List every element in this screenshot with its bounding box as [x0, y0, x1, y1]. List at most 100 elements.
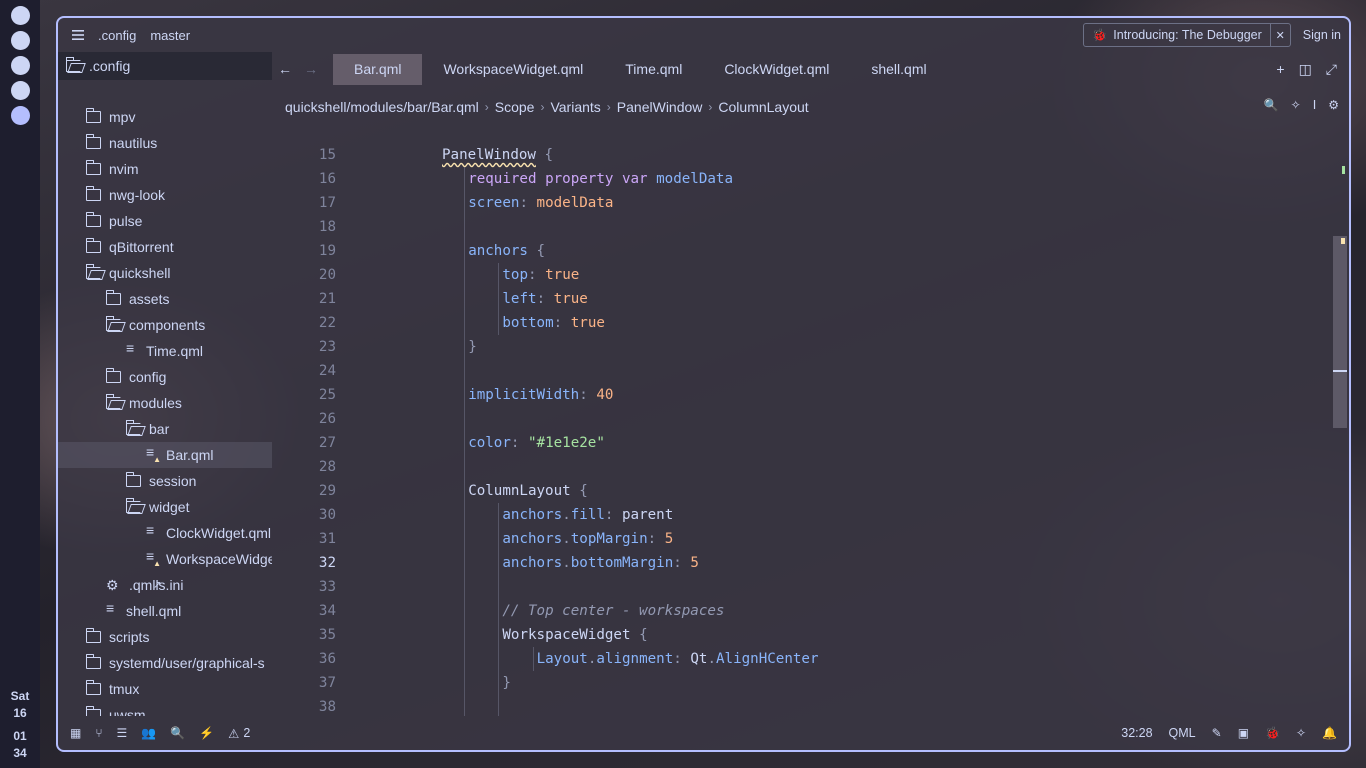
folder-icon — [85, 160, 101, 175]
line-number: 27 — [318, 435, 336, 451]
project-panel-icon[interactable]: ▦ — [70, 726, 81, 740]
workspace-dot-4[interactable] — [10, 81, 30, 100]
tree-item[interactable]: nautilus — [85, 130, 157, 156]
tree-item[interactable]: ▲ WorkspaceWidge — [146, 546, 272, 572]
split-pane-icon[interactable]: ◫ — [1299, 61, 1312, 78]
scrollbar-thumb[interactable] — [1333, 236, 1347, 428]
tree-item[interactable]: pulse — [85, 208, 143, 234]
line-number: 32 — [318, 555, 336, 571]
workspace-dot-1[interactable] — [10, 6, 30, 25]
tree-item[interactable]: modules — [105, 390, 182, 416]
workspace-dot-2[interactable] — [10, 31, 30, 50]
file-icon: ▲ — [146, 548, 161, 568]
search-icon[interactable]: 🔍 — [170, 726, 185, 740]
git-branch[interactable]: master — [150, 28, 190, 43]
text-cursor-icon[interactable]: I — [1313, 98, 1317, 112]
tree-item[interactable]: uwsm — [85, 702, 146, 716]
edit-predictions-icon[interactable]: ✎ — [1212, 726, 1222, 740]
tree-item[interactable]: components — [105, 312, 205, 338]
tree-item[interactable]: ⚙ .qmlls.ini ↗ — [106, 572, 183, 598]
settings-sliders-icon[interactable]: ⚙ — [1328, 98, 1339, 112]
breadcrumb-columnlayout[interactable]: ColumnLayout — [718, 99, 808, 115]
tree-item[interactable]: scripts — [85, 624, 149, 650]
close-icon[interactable]: ✕ — [1269, 24, 1290, 46]
tab-time-qml[interactable]: Time.qml — [604, 54, 703, 85]
tree-item[interactable]: mpv — [85, 104, 135, 130]
workspace-dot-5[interactable] — [10, 106, 30, 125]
folder-icon — [85, 628, 101, 643]
indent-guide — [464, 167, 466, 716]
line-number: 18 — [318, 219, 336, 235]
tree-item[interactable]: tmux — [85, 676, 139, 702]
code-line: // Top center - workspaces — [502, 603, 725, 619]
breadcrumb-panelwindow[interactable]: PanelWindow — [617, 99, 703, 115]
line-number: 33 — [318, 579, 336, 595]
breadcrumb-scope[interactable]: Scope — [495, 99, 535, 115]
folder-icon — [85, 706, 101, 716]
tab-clockwidget-qml[interactable]: ClockWidget.qml — [703, 54, 850, 85]
maximize-icon[interactable]: ⤢ — [1326, 61, 1337, 78]
assistant-icon[interactable]: ✧ — [1296, 726, 1306, 740]
collab-icon[interactable]: 👥 — [141, 726, 156, 740]
code-editor[interactable]: 15 PanelWindow {16 required property var m… — [272, 134, 1329, 716]
search-icon[interactable]: 🔍 — [1264, 98, 1279, 112]
cursor-position[interactable]: 32:28 — [1121, 726, 1152, 740]
tab-shell-qml[interactable]: shell.qml — [850, 54, 947, 85]
debug-icon[interactable]: 🐞 — [1265, 726, 1280, 740]
project-name[interactable]: .config — [98, 28, 136, 43]
line-number: 36 — [318, 651, 336, 667]
debugger-announcement[interactable]: 🐞 Introducing: The Debugger ✕ — [1083, 23, 1291, 47]
code-line: } — [468, 339, 477, 355]
tree-item[interactable]: bar — [125, 416, 169, 442]
line-number: 35 — [318, 627, 336, 643]
file-icon — [146, 522, 158, 539]
tree-item[interactable]: assets — [105, 286, 169, 312]
language-selector[interactable]: QML — [1169, 726, 1196, 740]
folder-icon — [85, 680, 101, 695]
indent-guide — [498, 503, 500, 716]
git-icon[interactable]: ⑂ — [95, 726, 102, 740]
new-tab-icon[interactable]: + — [1276, 61, 1284, 78]
code-line: required property var modelData — [468, 171, 734, 187]
tree-item[interactable]: systemd/user/graphical-s — [85, 650, 265, 676]
code-line: PanelWindow { — [442, 147, 554, 163]
back-arrow-icon[interactable]: ← — [272, 61, 298, 77]
tree-item[interactable]: shell.qml — [106, 598, 181, 624]
hamburger-menu-icon[interactable] — [72, 28, 86, 43]
workspace-indicators — [10, 6, 30, 125]
tree-item-label: nvim — [109, 161, 139, 177]
notifications-bell-icon[interactable]: 🔔 — [1322, 726, 1337, 740]
tree-item-label: pulse — [109, 213, 143, 229]
tab-workspacewidget-qml[interactable]: WorkspaceWidget.qml — [422, 54, 604, 85]
tab-bar-qml[interactable]: Bar.qml — [333, 53, 423, 85]
workspace-dot-3[interactable] — [10, 56, 30, 75]
tree-item[interactable]: widget — [125, 494, 189, 520]
breadcrumb-variants[interactable]: Variants — [550, 99, 600, 115]
tree-item-label: session — [149, 473, 197, 489]
code-line: anchors { — [468, 243, 546, 259]
tree-item[interactable]: qBittorrent — [85, 234, 174, 260]
chevron-right-icon: › — [484, 100, 489, 114]
sign-in-button[interactable]: Sign in — [1303, 28, 1341, 42]
tree-item[interactable]: nwg-look — [85, 182, 165, 208]
terminal-icon[interactable]: ▣ — [1238, 726, 1249, 740]
folder-icon — [85, 212, 101, 227]
tree-item[interactable]: config — [105, 364, 166, 390]
clock-hour: 01 — [13, 729, 27, 743]
tree-item[interactable]: Time.qml — [126, 338, 203, 364]
outline-icon[interactable]: ☰ — [117, 726, 128, 740]
line-number: 29 — [318, 483, 336, 499]
clock-day: Sat — [10, 689, 30, 703]
tree-item[interactable]: quickshell — [85, 260, 170, 286]
tree-item[interactable]: session — [125, 468, 197, 494]
lightning-icon[interactable]: ⚡ — [199, 726, 214, 740]
tree-item[interactable]: ClockWidget.qml — [146, 520, 271, 546]
diagnostics-button[interactable]: ⚠ 2 — [228, 726, 250, 741]
breadcrumb-path[interactable]: quickshell/modules/bar/Bar.qml — [285, 99, 479, 115]
tree-item[interactable]: nvim — [85, 156, 139, 182]
tree-root[interactable]: .config — [58, 52, 272, 80]
forward-arrow-icon[interactable]: → — [298, 61, 324, 77]
assistant-icon[interactable]: ✧ — [1291, 98, 1301, 112]
tree-item[interactable]: ▲ Bar.qml — [58, 442, 272, 468]
folder-open-icon — [105, 394, 121, 409]
